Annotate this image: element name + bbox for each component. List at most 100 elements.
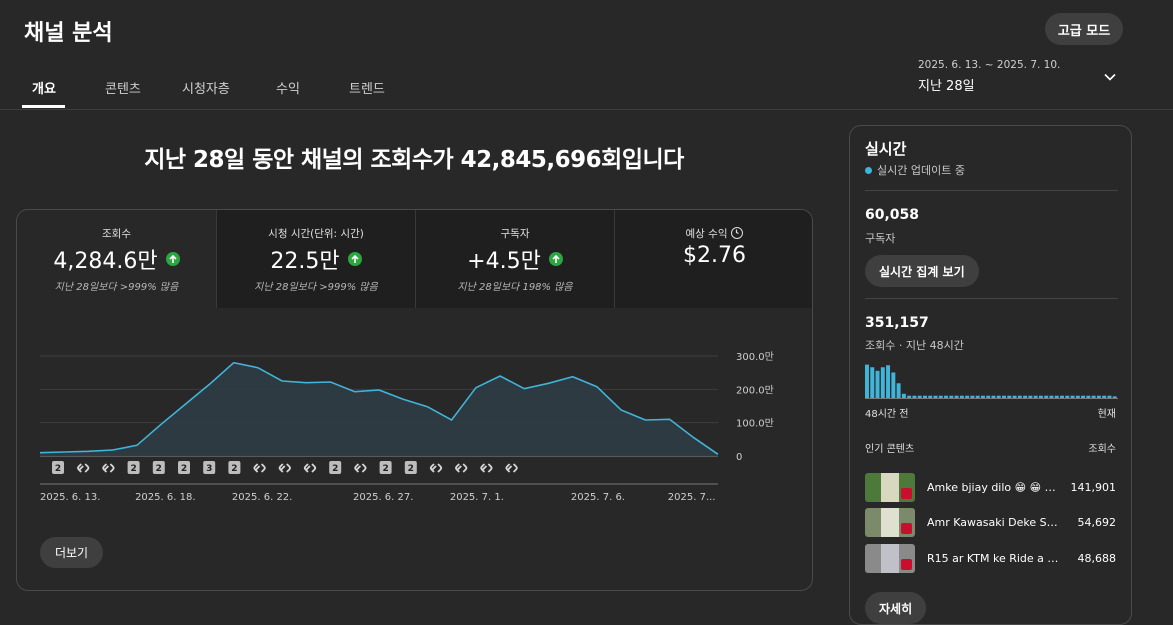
realtime-bar[interactable] (1091, 395, 1096, 398)
realtime-bar[interactable] (1054, 395, 1059, 398)
realtime-more-button[interactable]: 자세히 (865, 592, 927, 624)
realtime-bar[interactable] (959, 395, 964, 398)
realtime-bar[interactable] (1065, 395, 1070, 398)
see-more-button[interactable]: 더보기 (40, 537, 103, 568)
realtime-bar[interactable] (1017, 395, 1022, 398)
realtime-bar[interactable] (1049, 395, 1054, 398)
chevron-down-icon[interactable] (1103, 70, 1117, 84)
realtime-bar[interactable] (933, 395, 938, 398)
realtime-bar[interactable] (996, 395, 1001, 398)
realtime-bar[interactable] (875, 370, 880, 398)
realtime-bar[interactable] (1002, 395, 1007, 398)
metric-value-text: +4.5만 (467, 249, 541, 274)
realtime-bar[interactable] (986, 395, 991, 398)
realtime-bar[interactable] (907, 395, 912, 398)
realtime-bar[interactable] (1060, 395, 1064, 398)
metric-label: 구독자 (500, 228, 530, 240)
realtime-bar[interactable] (870, 367, 875, 398)
realtime-bar[interactable] (991, 395, 996, 398)
realtime-bar[interactable] (1044, 395, 1049, 398)
link-icon[interactable] (480, 463, 493, 473)
thumbnail-figure (881, 544, 899, 573)
realtime-bar[interactable] (1070, 395, 1075, 398)
thumbnail-figure (881, 473, 899, 502)
tab-overview[interactable]: 개요 (32, 78, 56, 97)
realtime-bar[interactable] (1007, 395, 1012, 398)
realtime-bar[interactable] (1112, 396, 1117, 398)
metric-comparison: 지난 28일보다 198% 많음 (457, 282, 573, 293)
active-tab-indicator (22, 105, 65, 108)
metric-subscribers[interactable]: 구독자 +4.5만 지난 28일보다 198% 많음 (416, 210, 614, 308)
realtime-bar[interactable] (970, 395, 975, 398)
realtime-bar[interactable] (865, 364, 869, 398)
advanced-mode-button[interactable]: 고급 모드 (1045, 13, 1123, 45)
tab-audience[interactable]: 시청자층 (182, 78, 230, 97)
realtime-bar[interactable] (1086, 395, 1091, 398)
realtime-bar[interactable] (1038, 395, 1043, 398)
link-icon[interactable] (505, 463, 518, 473)
video-title[interactable]: Amr Kawasaki Deke Sor… (927, 516, 1062, 529)
realtime-bar[interactable] (1102, 395, 1107, 398)
video-thumbnail (865, 473, 915, 502)
realtime-bar[interactable] (896, 383, 901, 398)
video-title[interactable]: R15 ar KTM ke Ride a ni… (927, 552, 1062, 565)
link-icon[interactable] (102, 463, 115, 473)
metric-value: +4.5만 (416, 243, 614, 275)
realtime-bar[interactable] (917, 395, 922, 398)
realtime-bar[interactable] (1075, 395, 1080, 398)
subscriber-label: 구독자 (865, 232, 896, 245)
realtime-bar[interactable] (886, 365, 891, 398)
realtime-bar[interactable] (891, 372, 896, 398)
realtime-bar[interactable] (944, 395, 949, 398)
link-icon[interactable] (278, 463, 291, 473)
date-range[interactable]: 2025. 6. 13. ~ 2025. 7. 10. (918, 59, 1060, 71)
metric-value: $2.76 (615, 243, 812, 268)
realtime-bar[interactable] (880, 367, 885, 398)
date-period-label[interactable]: 지난 28일 (918, 75, 975, 94)
metric-value: 4,284.6만 (17, 243, 216, 275)
link-icon[interactable] (253, 463, 266, 473)
realtime-bar[interactable] (1033, 395, 1038, 398)
realtime-bar[interactable] (1107, 395, 1112, 398)
realtime-count-button[interactable]: 실시간 집계 보기 (865, 255, 979, 287)
realtime-bar[interactable] (975, 395, 980, 398)
x-tick-label: 2025. 6. 27. (353, 492, 413, 503)
link-icon[interactable] (77, 463, 90, 473)
tab-revenue[interactable]: 수익 (276, 78, 300, 97)
x-tick-label: 2025. 6. 18. (135, 492, 195, 503)
video-views: 48,688 (1077, 552, 1117, 565)
realtime-bar[interactable] (954, 395, 959, 398)
metric-revenue[interactable]: 예상 수익 $2.76 (615, 210, 812, 308)
realtime-bar[interactable] (1096, 395, 1101, 398)
metric-views[interactable]: 조회수 4,284.6만 지난 28일보다 >999% 많음 (17, 210, 216, 308)
realtime-bar[interactable] (980, 395, 985, 398)
video-title[interactable]: Amke bjiay dilo 😁 😁 … (927, 481, 1062, 494)
realtime-bar[interactable] (928, 395, 933, 398)
realtime-bar[interactable] (938, 395, 943, 398)
views-chart[interactable]: 300.0만 200.0만 100.0만 0 2 2 2 2 3 2 2 2 2 2025. 6. 13.… (17, 308, 813, 513)
realtime-bar[interactable] (1081, 395, 1086, 398)
metric-label: 조회수 (102, 228, 131, 240)
link-icon[interactable] (303, 463, 317, 473)
y-tick-label: 300.0만 (736, 351, 774, 363)
metric-value-text: $2.76 (683, 243, 746, 268)
realtime-bar[interactable] (912, 395, 917, 398)
realtime-bar[interactable] (901, 393, 906, 398)
realtime-bar[interactable] (1023, 395, 1028, 398)
realtime-bar[interactable] (949, 395, 954, 398)
upload-count-text: 2 (332, 464, 338, 474)
divider (865, 298, 1118, 299)
link-icon[interactable] (455, 463, 468, 473)
metric-watch-time[interactable]: 시청 시간(단위: 시간) 22.5만 지난 28일보다 >999% 많음 (217, 210, 415, 308)
link-icon[interactable] (429, 463, 443, 473)
link-icon[interactable] (354, 463, 367, 473)
tab-content[interactable]: 콘텐츠 (105, 78, 141, 97)
realtime-bar[interactable] (1028, 395, 1033, 398)
realtime-bar-chart[interactable] (865, 360, 1118, 400)
metric-value-text: 4,284.6만 (53, 249, 158, 274)
realtime-bar[interactable] (965, 395, 970, 398)
realtime-bar[interactable] (922, 395, 927, 398)
clock-icon[interactable] (731, 227, 744, 239)
tab-trends[interactable]: 트렌드 (349, 78, 385, 97)
realtime-bar[interactable] (1012, 395, 1017, 398)
